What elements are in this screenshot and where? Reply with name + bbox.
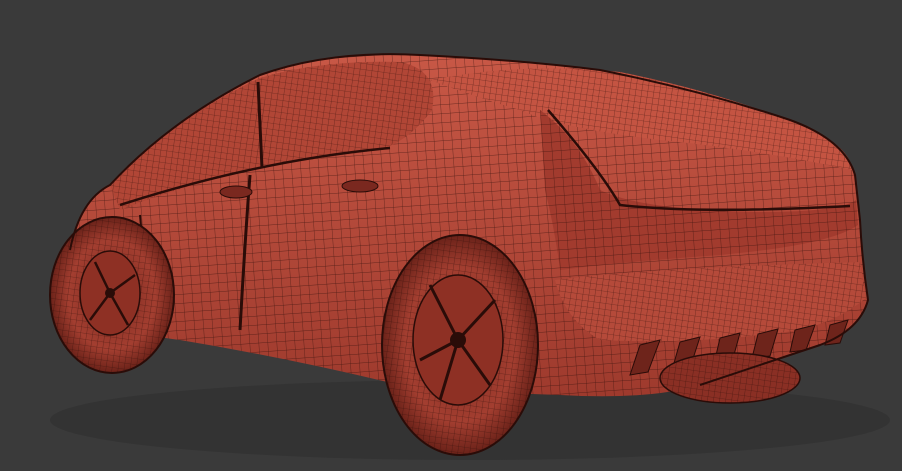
3d-viewport[interactable]	[0, 0, 902, 471]
far-rear-wheel	[659, 352, 801, 404]
front-wheel	[49, 216, 175, 374]
door-handle-rear	[341, 179, 379, 193]
door-handle-front	[219, 185, 253, 199]
rear-wheel	[381, 234, 539, 456]
car-render	[49, 53, 890, 460]
